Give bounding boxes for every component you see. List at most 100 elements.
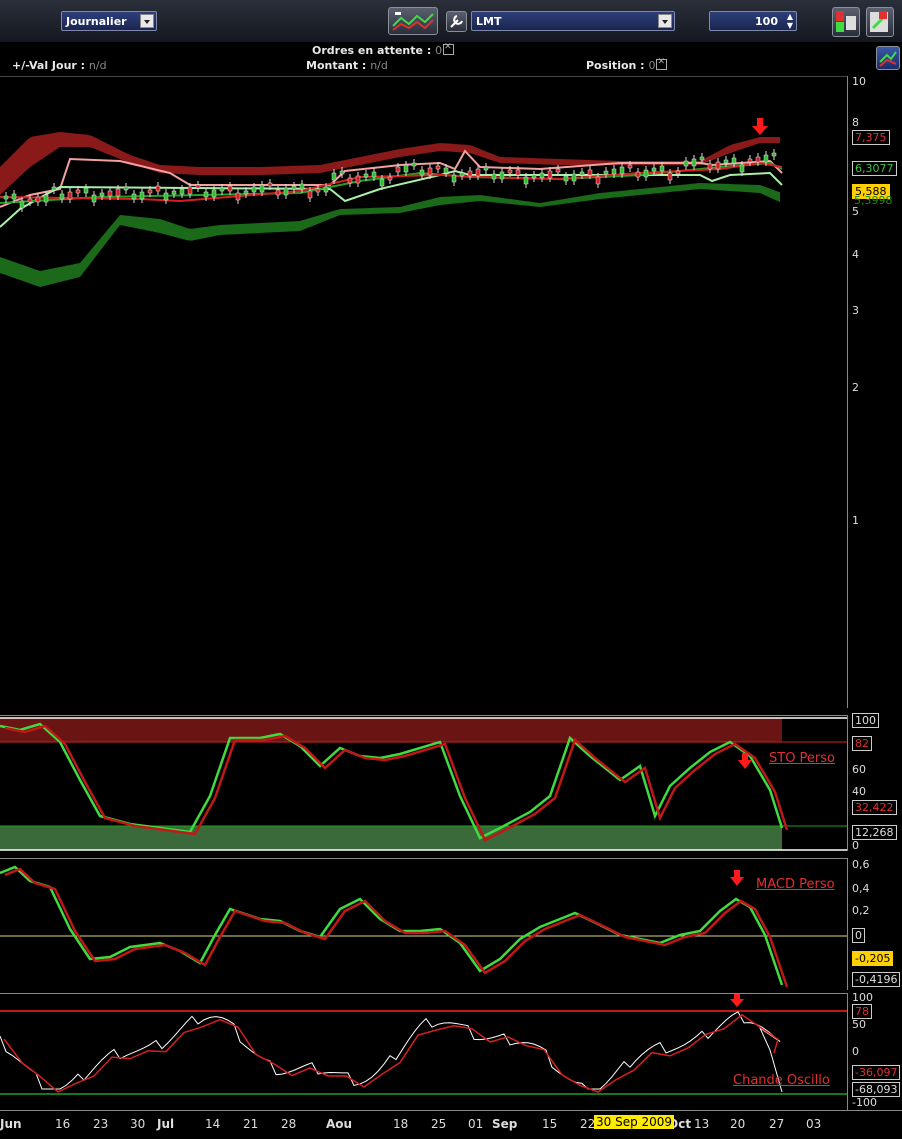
buy-order-button[interactable] — [832, 7, 860, 37]
candle-body — [595, 176, 601, 185]
sto-upper-badge: 82 — [852, 736, 872, 751]
candlestick-chart-icon — [392, 12, 434, 31]
candle-body — [67, 191, 73, 200]
trade-arrows-button[interactable] — [876, 46, 900, 70]
candle-body — [491, 173, 497, 180]
candle-body — [467, 170, 473, 177]
candle-body — [35, 196, 41, 203]
settings-button[interactable] — [446, 11, 467, 32]
wrench-icon — [450, 15, 463, 28]
candle-body — [771, 152, 777, 157]
candle-body — [107, 190, 113, 197]
date-tick: 18 — [393, 1117, 409, 1131]
chande-panel[interactable]: Chande Oscillo — [0, 993, 847, 1111]
macd-signal-badge: -0,4196 — [852, 972, 901, 987]
quantity-stepper[interactable]: 100 ▲ ▼ — [709, 11, 797, 31]
chande-tick: -100 — [852, 1096, 877, 1109]
close-icon[interactable] — [443, 42, 455, 55]
candle-body — [171, 190, 177, 195]
sto-axis: 100 82 60 40 32,422 12,268 0 — [847, 713, 902, 852]
candle-body — [555, 168, 561, 173]
candle-body — [579, 171, 585, 176]
signal-arrow-icon — [730, 870, 744, 886]
price-chart-canvas — [0, 132, 783, 287]
candle-body — [747, 158, 753, 163]
candle-body — [707, 163, 713, 170]
candle-body — [619, 166, 625, 175]
candle-body — [379, 178, 385, 187]
price-chart[interactable] — [0, 76, 847, 709]
signal-arrow-icon — [730, 994, 744, 1007]
macd-tick: 0,2 — [852, 904, 870, 917]
macd-chart-canvas — [0, 865, 847, 988]
signal-arrow-icon — [752, 118, 768, 135]
sto-panel[interactable]: STO Perso — [0, 715, 847, 852]
date-tick: 03 — [806, 1117, 822, 1131]
oversold-zone — [0, 826, 782, 850]
chande-upper-badge: 78 — [852, 1004, 872, 1019]
candle-body — [259, 184, 265, 193]
chande-label: Chande Oscillo — [733, 1073, 830, 1088]
chande-tick: 50 — [852, 1018, 866, 1031]
candle-body — [587, 169, 593, 176]
date-tick: 15 — [542, 1117, 558, 1131]
chart-style-button[interactable] — [388, 7, 438, 35]
chande-value-badge: -36,097 — [852, 1065, 901, 1080]
candle-body — [499, 171, 505, 180]
candle-body — [235, 192, 241, 201]
candle-body — [507, 169, 513, 174]
chande-signal-line — [3, 1013, 779, 1093]
candle-body — [635, 171, 641, 178]
price-tick: 8 — [852, 116, 859, 129]
stepper-arrows-icon[interactable]: ▲ ▼ — [787, 12, 793, 30]
candle-body — [515, 169, 521, 176]
chevron-down-icon[interactable] — [658, 14, 672, 28]
order-ticket-icon — [870, 11, 888, 32]
candle-body — [123, 186, 129, 191]
chande-signal-badge: -68,093 — [852, 1082, 901, 1097]
upper-band-badge: 7,375 — [852, 130, 890, 145]
date-tick: 22 — [580, 1117, 596, 1131]
date-tick: Jun — [0, 1117, 22, 1131]
candle-body — [211, 189, 217, 198]
symbol-select[interactable]: LMT — [471, 11, 675, 31]
date-tick: 20 — [730, 1117, 746, 1131]
candle-body — [3, 195, 9, 200]
price-tick: 3 — [852, 304, 859, 317]
sell-order-button[interactable] — [866, 7, 894, 37]
position: Position : 0 — [586, 57, 668, 72]
sto-tick: 100 — [852, 713, 879, 728]
price-tick: 1 — [852, 514, 859, 527]
candle-body — [27, 198, 33, 203]
macd-panel[interactable]: MACD Perso — [0, 858, 847, 991]
price-tick: 4 — [852, 248, 859, 261]
candle-body — [403, 164, 409, 173]
chande-tick: 100 — [852, 991, 873, 1004]
pending-orders: Ordres en attente : 0 — [312, 42, 455, 57]
macd-axis: 0,6 0,4 0,2 0 -0,205 -0,4196 — [847, 858, 902, 990]
candle-body — [547, 170, 553, 179]
candle-body — [675, 170, 681, 175]
montant: Montant : n/d — [306, 59, 388, 72]
candle-body — [755, 156, 761, 163]
candle-body — [683, 160, 689, 167]
moving-average — [0, 161, 783, 204]
chevron-down-icon[interactable] — [140, 14, 154, 28]
period-select[interactable]: Journalier — [61, 11, 157, 31]
candle-body — [219, 187, 225, 192]
candle-body — [419, 169, 425, 176]
candle-body — [459, 172, 465, 177]
candle-body — [627, 164, 633, 169]
candle-body — [315, 188, 321, 193]
candle-body — [475, 168, 481, 177]
period-select-value: Journalier — [66, 15, 127, 28]
candle-body — [539, 172, 545, 179]
candle-body — [115, 188, 121, 197]
price-tick: 2 — [852, 381, 859, 394]
candle-body — [195, 184, 201, 189]
candle-body — [483, 166, 489, 171]
candle-body — [531, 174, 537, 179]
chande-axis: 100 78 50 0 -36,097 -68,093 -100 — [847, 991, 902, 1110]
close-icon[interactable] — [656, 57, 668, 70]
candle-body — [723, 159, 729, 164]
